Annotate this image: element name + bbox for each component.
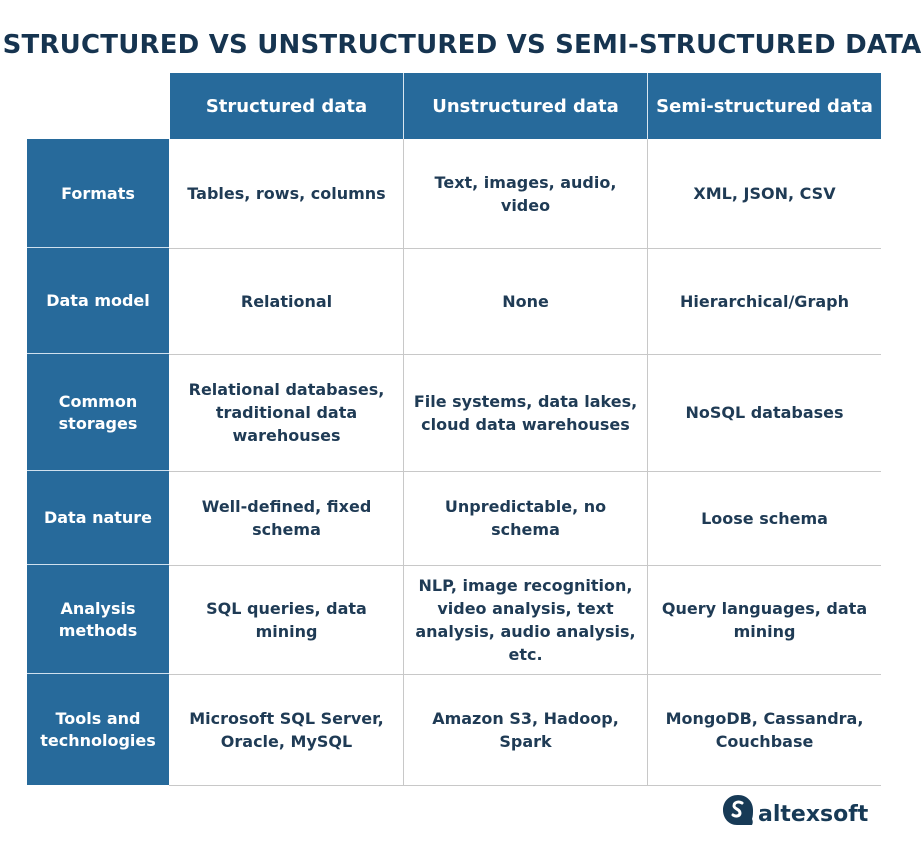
table-cell-unstructured: Text, images, audio, video [434, 172, 617, 215]
table-cell-structured: Relational databases, traditional data w… [188, 380, 385, 445]
table-cell-unstructured: None [502, 291, 549, 311]
row-divider [169, 785, 881, 786]
table-cell-unstructured: Unpredictable, no schema [444, 497, 607, 539]
table-cell-unstructured: Amazon S3, Hadoop, Spark [432, 708, 619, 751]
row-label: Data model [27, 248, 169, 354]
table-cell-semi-structured: Hierarchical/Graph [680, 291, 849, 311]
altexsoft-logo: altexsoft [722, 792, 868, 827]
table-cell-unstructured: File systems, data lakes, cloud data war… [413, 391, 638, 434]
row-label: Tools and technologies [27, 674, 169, 785]
table-cell-structured: Microsoft SQL Server, Oracle, MySQL [189, 708, 384, 751]
row-label: Common storages [27, 354, 169, 471]
column-header-structured: Structured data [170, 73, 403, 139]
altexsoft-logo-icon [723, 794, 753, 825]
table-cell-semi-structured: Query languages, data mining [661, 598, 868, 641]
table-cell-structured: Tables, rows, columns [187, 184, 386, 203]
row-label: Analysis methods [27, 565, 169, 674]
table-cell-structured: Well-defined, fixed schema [201, 497, 372, 539]
table-cell-semi-structured: XML, JSON, CSV [693, 184, 836, 203]
header-divider [403, 73, 404, 139]
column-header-unstructured: Unstructured data [404, 73, 647, 139]
table-cell-structured: Relational [240, 291, 333, 311]
row-label: Data nature [27, 471, 169, 565]
header-divider [647, 73, 648, 139]
table-cell-semi-structured: Loose schema [701, 508, 828, 528]
column-divider [403, 139, 404, 785]
column-header-semi-structured: Semi-structured data [648, 73, 881, 139]
table-cell-semi-structured: MongoDB, Cassandra, Couchbase [665, 708, 864, 751]
table-cell-unstructured: NLP, image recognition, video analysis, … [415, 575, 636, 664]
column-divider [647, 139, 648, 785]
table-cell-semi-structured: NoSQL databases [685, 403, 844, 422]
table-cell-structured: SQL queries, data mining [206, 598, 367, 641]
logo-text: altexsoft [758, 802, 869, 827]
page-title: STRUCTURED VS UNSTRUCTURED VS SEMI-STRUC… [2, 30, 922, 60]
row-label: Formats [27, 139, 169, 248]
